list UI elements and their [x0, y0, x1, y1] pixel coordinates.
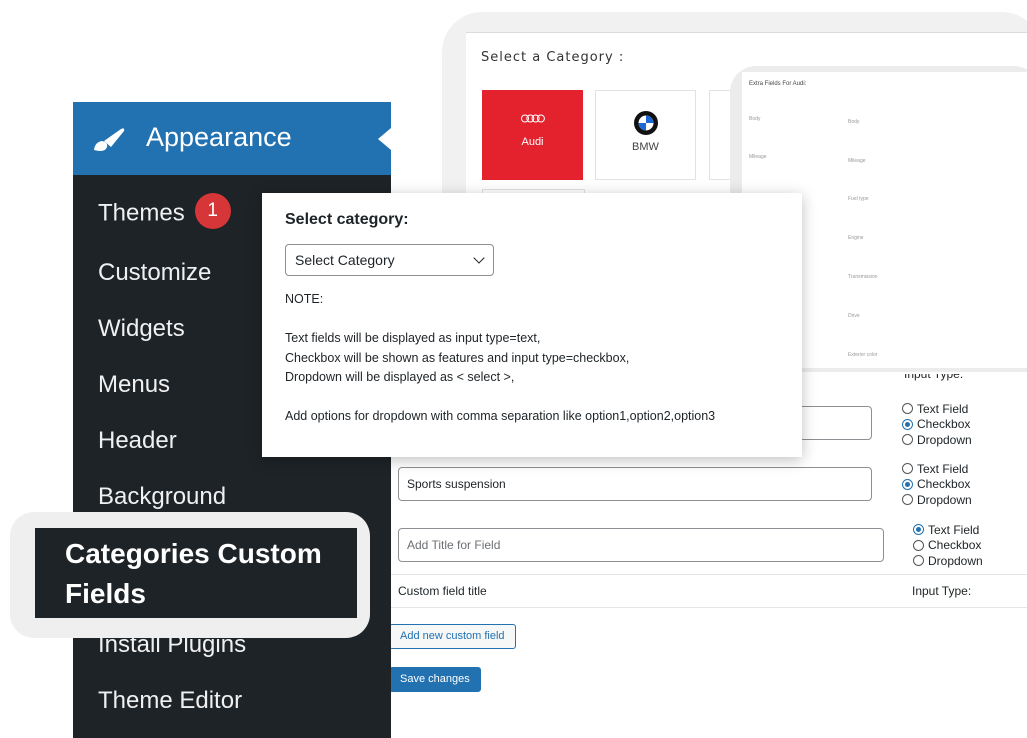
radio-button[interactable] — [913, 539, 924, 551]
sidebar-item-header[interactable]: Header — [98, 427, 177, 455]
input-type-radio-group: Text Field Checkbox Dropdown — [913, 522, 983, 569]
radio-button[interactable] — [913, 524, 924, 536]
current-menu-arrow — [378, 128, 391, 150]
sidebar-section-title: Appearance — [146, 122, 292, 152]
radio-dropdown[interactable]: Dropdown — [902, 492, 972, 508]
field-title-input[interactable]: Sports suspension — [398, 467, 872, 501]
label-line: Categories Custom — [65, 538, 322, 569]
radio-text-field[interactable]: Text Field — [913, 522, 983, 538]
radio-dropdown[interactable]: Dropdown — [902, 432, 972, 448]
sidebar-item-widgets[interactable]: Widgets — [98, 315, 185, 343]
radio-button[interactable] — [913, 555, 924, 567]
radio-label: Text Field — [917, 401, 969, 416]
save-changes-button[interactable]: Save changes — [389, 667, 481, 692]
radio-dropdown[interactable]: Dropdown — [913, 553, 983, 569]
field-label: Fuel type — [848, 196, 869, 202]
extra-fields-title: Extra Fields For Audi: — [749, 81, 807, 87]
note-heading: NOTE: — [285, 292, 324, 306]
category-name: BMW — [632, 141, 659, 153]
footer-title-column: Custom field title — [398, 584, 487, 598]
sidebar-item-themes[interactable]: Themes 1 — [98, 193, 231, 232]
radio-label: Text Field — [928, 522, 980, 537]
radio-label: Checkbox — [917, 417, 971, 432]
radio-checkbox[interactable]: Checkbox — [902, 417, 972, 433]
field-label: Transmission — [848, 274, 878, 280]
add-custom-field-button[interactable]: Add new custom field — [389, 624, 516, 649]
label-line: Fields — [65, 578, 146, 609]
sidebar-item-menus[interactable]: Menus — [98, 371, 170, 399]
table-footer: Custom field title Input Type: — [388, 574, 1027, 608]
input-type-radio-group: Text Field Checkbox Dropdown — [902, 461, 972, 508]
field-label: Engine — [848, 235, 864, 241]
radio-text-field[interactable]: Text Field — [902, 401, 972, 417]
select-value: Select Category — [295, 252, 395, 268]
radio-button[interactable] — [902, 494, 913, 506]
radio-button[interactable] — [902, 463, 913, 475]
radio-label: Dropdown — [917, 492, 972, 507]
category-select[interactable]: Select Category — [285, 244, 494, 276]
note-line: Dropdown will be displayed as < select >… — [285, 370, 515, 384]
radio-button[interactable] — [902, 403, 913, 415]
bmw-roundel-icon — [634, 111, 658, 135]
category-picker-title: Select a Category : — [481, 50, 625, 65]
radio-checkbox[interactable]: Checkbox — [913, 538, 983, 554]
chevron-down-icon — [473, 252, 485, 264]
note-line: Text fields will be displayed as input t… — [285, 331, 541, 345]
note-line: Checkbox will be shown as features and i… — [285, 351, 630, 365]
radio-label: Checkbox — [928, 538, 982, 553]
radio-label: Checkbox — [917, 477, 971, 492]
audi-rings-icon — [482, 114, 583, 125]
category-tile-bmw[interactable]: BMW — [595, 90, 696, 180]
paintbrush-icon — [94, 128, 125, 151]
sidebar-item-background[interactable]: Background — [98, 483, 226, 511]
footer-type-column: Input Type: — [912, 584, 972, 598]
radio-text-field[interactable]: Text Field — [902, 461, 972, 477]
note-dropdown-options: Add options for dropdown with comma sepa… — [285, 409, 716, 423]
sidebar-item-label: Themes — [98, 199, 185, 227]
popup-title: Select category: — [285, 211, 409, 228]
select-category-popup: Select category: Select Category NOTE: T… — [262, 193, 802, 457]
sidebar-item-theme-editor[interactable]: Theme Editor — [98, 687, 242, 715]
field-label: Body — [848, 119, 860, 125]
field-label: Exterior color — [848, 352, 878, 358]
radio-label: Dropdown — [928, 553, 983, 568]
field-label: Body — [749, 116, 761, 122]
input-type-header: Input Type: — [904, 374, 964, 381]
radio-button[interactable] — [902, 434, 913, 446]
radio-label: Text Field — [917, 461, 969, 476]
radio-label: Dropdown — [917, 432, 972, 447]
radio-button[interactable] — [902, 478, 913, 490]
field-title-input[interactable]: Add Title for Field — [398, 528, 884, 562]
radio-checkbox[interactable]: Checkbox — [902, 477, 972, 493]
sidebar-item-customize[interactable]: Customize — [98, 259, 211, 287]
category-name: Audi — [521, 136, 544, 148]
update-count-badge: 1 — [194, 193, 231, 229]
field-label: Mileage — [749, 154, 767, 160]
input-type-radio-group: Text Field Checkbox Dropdown — [902, 401, 972, 448]
field-label: Mileage — [848, 158, 866, 164]
sidebar-item-categories-custom-fields[interactable]: Categories Custom Fields — [35, 528, 357, 618]
radio-button[interactable] — [902, 418, 913, 430]
category-tile-audi[interactable]: Audi — [482, 90, 583, 180]
sidebar-section-appearance[interactable]: Appearance — [73, 102, 391, 175]
sidebar-item-label: Categories Custom Fields — [65, 534, 322, 614]
field-label: Drive — [848, 313, 860, 319]
